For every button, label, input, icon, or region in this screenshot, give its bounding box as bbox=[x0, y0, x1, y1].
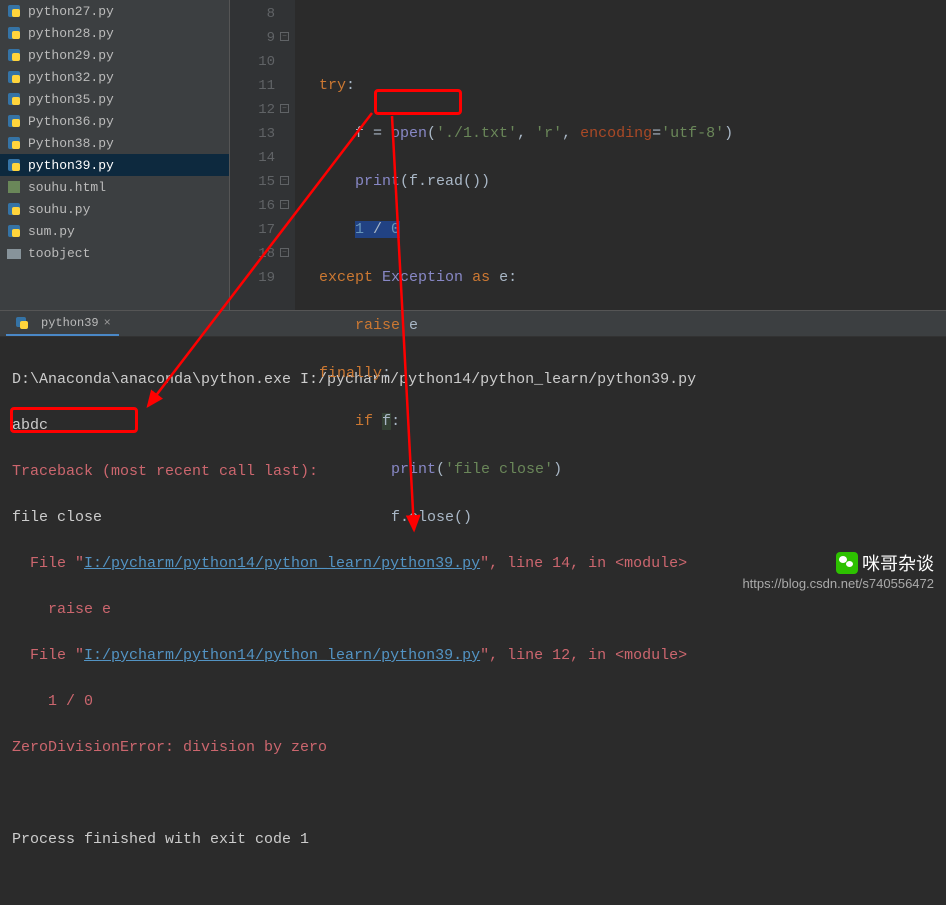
folder-icon bbox=[6, 245, 22, 261]
file-name: sum.py bbox=[28, 224, 75, 239]
file-name: python35.py bbox=[28, 92, 114, 107]
fold-icon[interactable]: − bbox=[280, 200, 289, 209]
gutter: 8 9− 10 11 12− 13 14 15− 16− 17 18− 19 bbox=[230, 0, 295, 310]
file-item[interactable]: python32.py bbox=[0, 66, 229, 88]
file-item[interactable]: python35.py bbox=[0, 88, 229, 110]
line-number: 15− bbox=[230, 170, 275, 194]
line-number: 18− bbox=[230, 242, 275, 266]
line-number: 13 bbox=[230, 122, 275, 146]
html-file-icon bbox=[6, 179, 22, 195]
file-item[interactable]: python28.py bbox=[0, 22, 229, 44]
code-line: except Exception as e: bbox=[319, 266, 946, 290]
code-line: finally: bbox=[319, 362, 946, 386]
python-file-icon bbox=[6, 69, 22, 85]
output-line: ZeroDivisionError: division by zero bbox=[12, 736, 934, 759]
top-section: python27.py python28.py python29.py pyth… bbox=[0, 0, 946, 310]
output-line bbox=[12, 782, 934, 805]
line-number: 9− bbox=[230, 26, 275, 50]
close-icon[interactable]: × bbox=[104, 316, 111, 330]
file-item[interactable]: toobject bbox=[0, 242, 229, 264]
file-item[interactable]: Python38.py bbox=[0, 132, 229, 154]
watermark: 咪哥杂谈 https://blog.csdn.net/s740556472 bbox=[742, 550, 934, 591]
file-name: souhu.py bbox=[28, 202, 90, 217]
file-name: python39.py bbox=[28, 158, 114, 173]
watermark-url: https://blog.csdn.net/s740556472 bbox=[742, 576, 934, 591]
code-line: 1 / 0 bbox=[319, 218, 946, 242]
line-number: 8 bbox=[230, 2, 275, 26]
file-item[interactable]: Python36.py bbox=[0, 110, 229, 132]
file-item[interactable]: souhu.html bbox=[0, 176, 229, 198]
code-line: f.close() bbox=[319, 506, 946, 530]
line-number: 11 bbox=[230, 74, 275, 98]
file-name: toobject bbox=[28, 246, 90, 261]
python-file-icon bbox=[14, 315, 30, 331]
output-line: File "I:/pycharm/python14/python_learn/p… bbox=[12, 644, 934, 667]
file-item[interactable]: python27.py bbox=[0, 0, 229, 22]
line-number: 12− bbox=[230, 98, 275, 122]
python-file-icon bbox=[6, 201, 22, 217]
python-file-icon bbox=[6, 113, 22, 129]
file-item[interactable]: souhu.py bbox=[0, 198, 229, 220]
file-name: Python36.py bbox=[28, 114, 114, 129]
wechat-icon bbox=[836, 552, 858, 574]
file-name: python27.py bbox=[28, 4, 114, 19]
code-line: f = open('./1.txt', 'r', encoding='utf-8… bbox=[319, 122, 946, 146]
code-content[interactable]: try: f = open('./1.txt', 'r', encoding='… bbox=[295, 0, 946, 310]
line-number: 14 bbox=[230, 146, 275, 170]
code-line bbox=[319, 26, 946, 50]
fold-icon[interactable]: − bbox=[280, 32, 289, 41]
python-file-icon bbox=[6, 91, 22, 107]
code-line: print('file close') bbox=[319, 458, 946, 482]
file-name: python29.py bbox=[28, 48, 114, 63]
file-item-selected[interactable]: python39.py bbox=[0, 154, 229, 176]
line-number: 16− bbox=[230, 194, 275, 218]
fold-icon[interactable]: − bbox=[280, 248, 289, 257]
python-file-icon bbox=[6, 25, 22, 41]
python-file-icon bbox=[6, 135, 22, 151]
line-number: 17 bbox=[230, 218, 275, 242]
file-item[interactable]: sum.py bbox=[0, 220, 229, 242]
tab-label: python39 bbox=[41, 316, 99, 330]
code-line: if f: bbox=[319, 410, 946, 434]
output-line: Process finished with exit code 1 bbox=[12, 828, 934, 851]
code-line: try: bbox=[319, 74, 946, 98]
line-number: 19 bbox=[230, 266, 275, 290]
code-line: print(f.read()) bbox=[319, 170, 946, 194]
file-name: python28.py bbox=[28, 26, 114, 41]
python-file-icon bbox=[6, 47, 22, 63]
watermark-text: 咪哥杂谈 bbox=[862, 550, 934, 576]
code-line: raise e bbox=[319, 314, 946, 338]
file-name: souhu.html bbox=[28, 180, 106, 195]
fold-icon[interactable]: − bbox=[280, 176, 289, 185]
file-name: python32.py bbox=[28, 70, 114, 85]
line-number: 10 bbox=[230, 50, 275, 74]
python-file-icon bbox=[6, 223, 22, 239]
python-file-icon bbox=[6, 157, 22, 173]
file-item[interactable]: python29.py bbox=[0, 44, 229, 66]
file-tree[interactable]: python27.py python28.py python29.py pyth… bbox=[0, 0, 230, 310]
python-file-icon bbox=[6, 3, 22, 19]
terminal-tab[interactable]: python39 × bbox=[6, 312, 119, 336]
output-line: 1 / 0 bbox=[12, 690, 934, 713]
file-link[interactable]: I:/pycharm/python14/python_learn/python3… bbox=[84, 647, 480, 664]
file-name: Python38.py bbox=[28, 136, 114, 151]
editor-area[interactable]: 8 9− 10 11 12− 13 14 15− 16− 17 18− 19 t… bbox=[230, 0, 946, 310]
fold-icon[interactable]: − bbox=[280, 104, 289, 113]
